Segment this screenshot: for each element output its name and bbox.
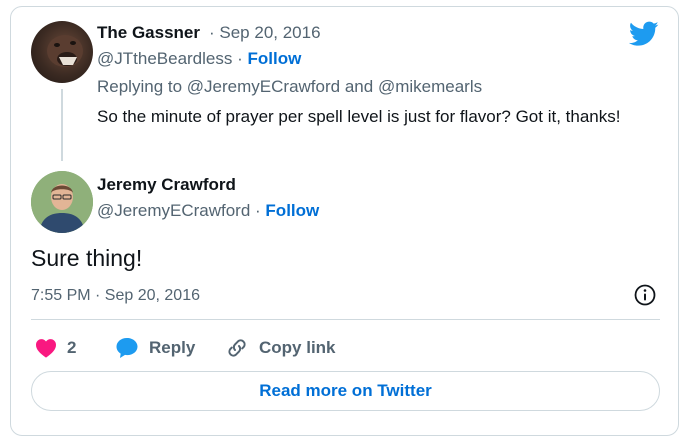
quoted-handle[interactable]: @JTtheBeardless [97,49,232,68]
follow-button-main[interactable]: Follow [265,201,319,220]
replying-to-and: and [344,77,374,96]
quoted-date-text[interactable]: Sep 20, 2016 [219,23,320,42]
info-icon[interactable] [633,283,657,307]
avatar-image [31,171,93,233]
main-author-name[interactable]: Jeremy Crawford [97,175,236,195]
like-button[interactable]: 2 [35,333,76,363]
like-count: 2 [67,338,77,357]
follow-button-quoted[interactable]: Follow [248,49,302,68]
separator-dot: · [237,49,248,68]
copy-link-label: Copy link [259,338,336,357]
thread-connector-line [61,89,63,161]
avatar-image [47,35,83,67]
twitter-bird-icon[interactable] [629,21,659,47]
main-tweet-text: Sure thing! [31,245,143,271]
reply-button[interactable]: Reply [115,333,195,363]
reply-label: Reply [149,338,196,357]
separator-dot: · [255,201,266,220]
avatar-jeremy-crawford[interactable] [31,171,93,233]
quoted-tweet-text: So the minute of prayer per spell level … [97,107,621,126]
quoted-date[interactable]: · Sep 20, 2016 [209,23,321,43]
actions-divider [31,319,660,320]
replying-to-line: Replying to @JeremyECrawford and @mikeme… [97,77,482,97]
main-handle-row: @JeremyECrawford · Follow [97,201,319,221]
tweet-embed-card: The Gassner · Sep 20, 2016 @JTtheBeardle… [10,6,679,436]
replying-to-prefix: Replying to [97,77,183,96]
main-handle[interactable]: @JeremyECrawford [97,201,250,220]
replying-to-user-2[interactable]: @mikemearls [378,77,482,96]
speech-bubble-icon [116,338,138,358]
avatar-the-gassner[interactable] [31,21,93,83]
quoted-author-name[interactable]: The Gassner [97,23,200,43]
tweet-timestamp[interactable]: 7:55 PM · Sep 20, 2016 [31,287,200,305]
link-icon [228,339,246,357]
quoted-handle-row: @JTtheBeardless · Follow [97,49,301,69]
heart-icon [36,339,56,358]
copy-link-button[interactable]: Copy link [225,333,336,363]
read-more-button[interactable]: Read more on Twitter [31,371,660,411]
replying-to-user-1[interactable]: @JeremyECrawford [187,77,340,96]
